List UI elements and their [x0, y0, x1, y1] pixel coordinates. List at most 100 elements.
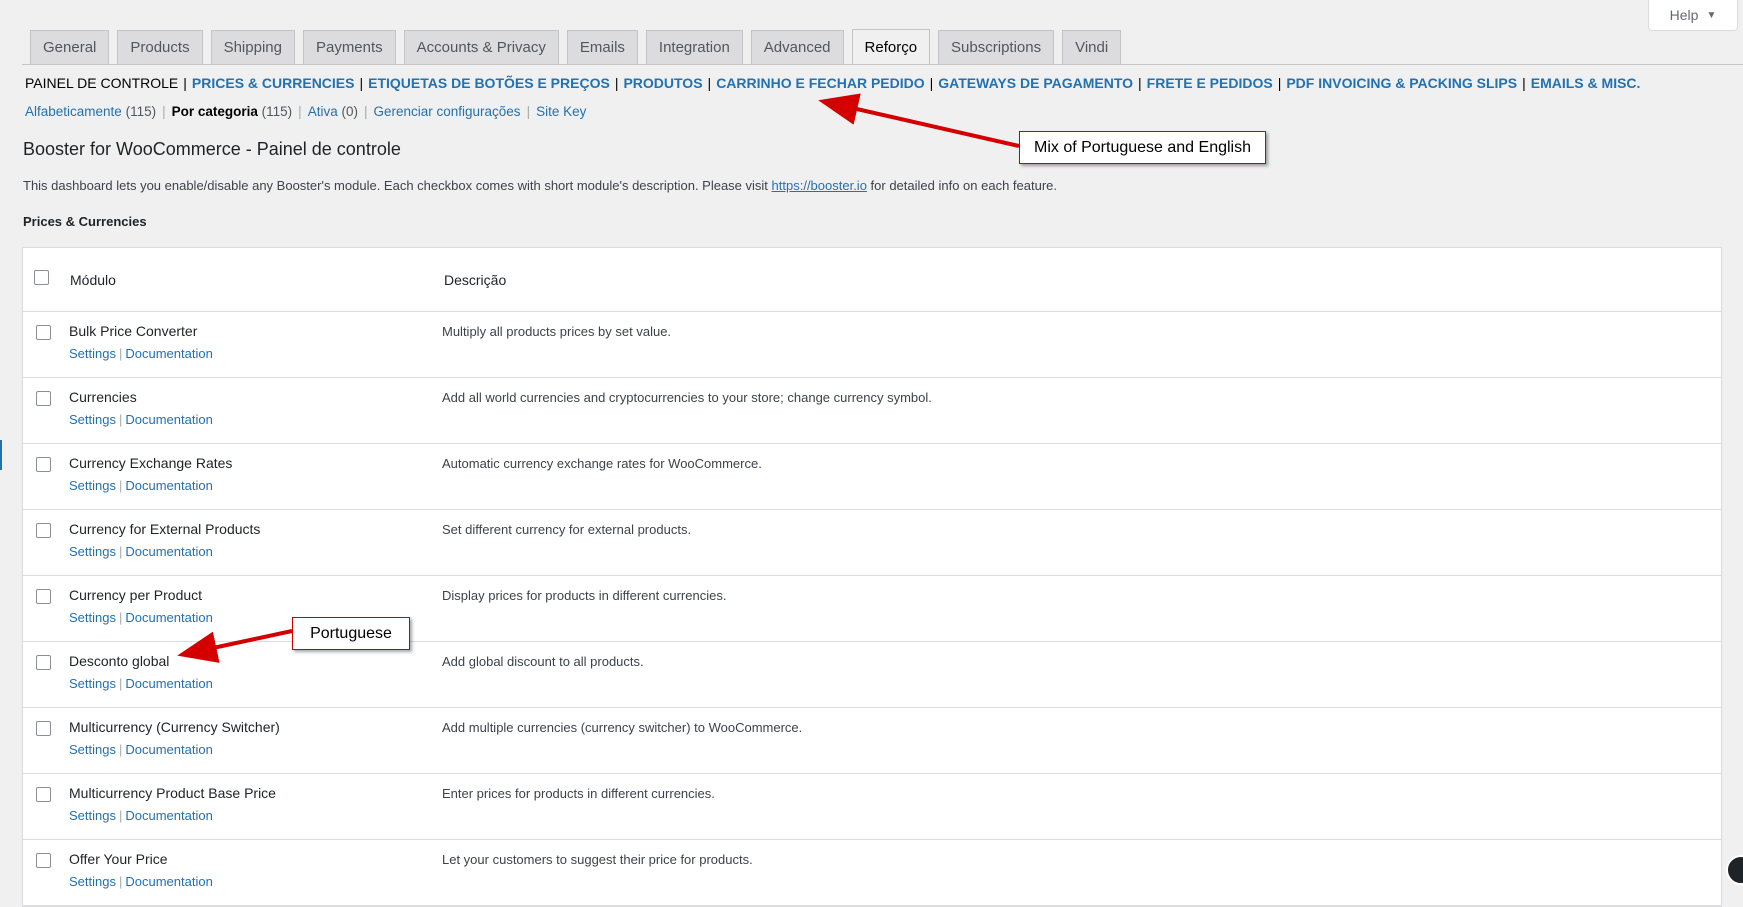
module-actions: Settings | Documentation: [69, 676, 213, 691]
module-description: Automatic currency exchange rates for Wo…: [442, 456, 762, 471]
column-module: Módulo: [70, 272, 116, 288]
category-link-etiquetas[interactable]: ETIQUETAS DE BOTÕES E PREÇOS: [368, 75, 610, 91]
tab-products[interactable]: Products: [117, 30, 203, 64]
module-checkbox[interactable]: [36, 787, 51, 802]
page-description: This dashboard lets you enable/disable a…: [23, 178, 1058, 193]
module-actions: Settings | Documentation: [69, 874, 213, 889]
settings-link[interactable]: Settings: [69, 610, 116, 625]
module-checkbox[interactable]: [36, 523, 51, 538]
settings-link[interactable]: Settings: [69, 412, 116, 427]
filter-alphabetical[interactable]: Alfabeticamente: [25, 104, 122, 119]
module-name: Currency per Product: [69, 587, 203, 603]
module-name: Currency for External Products: [69, 521, 261, 537]
table-row: Currency Exchange Rates Settings | Documen…: [23, 444, 1721, 510]
annotation-callout-mix: Mix of Portuguese and English: [1019, 131, 1266, 164]
table-row: Currency for External Products Settings |…: [23, 510, 1721, 576]
module-actions: Settings | Documentation: [69, 412, 213, 427]
tab-vindi[interactable]: Vindi: [1062, 30, 1122, 64]
module-description: Set different currency for external prod…: [442, 522, 692, 537]
category-link-emails-misc[interactable]: EMAILS & MISC.: [1531, 75, 1641, 91]
help-button[interactable]: Help ▼: [1648, 0, 1738, 31]
module-checkbox[interactable]: [36, 325, 51, 340]
modules-table: Módulo Descrição Bulk Price Converter Se…: [22, 247, 1722, 907]
module-description: Enter prices for products in different c…: [442, 786, 715, 801]
settings-link[interactable]: Settings: [69, 874, 116, 889]
settings-link[interactable]: Settings: [69, 676, 116, 691]
module-actions: Settings | Documentation: [69, 346, 213, 361]
documentation-link[interactable]: Documentation: [125, 478, 212, 493]
site-key-link[interactable]: Site Key: [536, 104, 586, 119]
tab-payments[interactable]: Payments: [302, 30, 396, 64]
category-link-frete[interactable]: FRETE E PEDIDOS: [1147, 75, 1273, 91]
tabs-divider: [22, 64, 1743, 65]
category-nav: PAINEL DE CONTROLE | PRICES & CURRENCIES | E…: [25, 75, 1641, 91]
tab-shipping[interactable]: Shipping: [210, 30, 295, 64]
manage-settings-link[interactable]: Gerenciar configurações: [373, 104, 520, 119]
module-actions: Settings | Documentation: [69, 478, 213, 493]
documentation-link[interactable]: Documentation: [125, 610, 212, 625]
tab-emails[interactable]: Emails: [566, 30, 638, 64]
annotation-callout-portuguese: Portuguese: [292, 617, 410, 650]
filter-alphabetical-count: (115): [125, 104, 157, 119]
module-description: Let your customers to suggest their pric…: [442, 852, 753, 867]
category-current: PAINEL DE CONTROLE: [25, 75, 179, 91]
documentation-link[interactable]: Documentation: [125, 808, 212, 823]
documentation-link[interactable]: Documentation: [125, 676, 212, 691]
category-link-carrinho[interactable]: CARRINHO E FECHAR PEDIDO: [716, 75, 924, 91]
category-link-prices-currencies[interactable]: PRICES & CURRENCIES: [192, 75, 355, 91]
booster-site-link[interactable]: https://booster.io: [772, 178, 867, 193]
module-description: Add all world currencies and cryptocurre…: [442, 390, 932, 405]
tab-general[interactable]: General: [30, 30, 110, 64]
table-row: Currency per Product Settings | Documentat…: [23, 576, 1721, 642]
settings-link[interactable]: Settings: [69, 808, 116, 823]
tab-integration[interactable]: Integration: [645, 30, 743, 64]
table-row: Multicurrency Product Base Price Setting…: [23, 774, 1721, 840]
settings-link[interactable]: Settings: [69, 742, 116, 757]
module-name: Desconto global: [69, 653, 170, 669]
category-link-pdf-invoicing[interactable]: PDF INVOICING & PACKING SLIPS: [1286, 75, 1517, 91]
module-actions: Settings | Documentation: [69, 742, 213, 757]
help-label: Help: [1669, 7, 1699, 23]
documentation-link[interactable]: Documentation: [125, 412, 212, 427]
tab-subscriptions[interactable]: Subscriptions: [938, 30, 1055, 64]
tab-accounts-privacy[interactable]: Accounts & Privacy: [403, 30, 559, 64]
module-checkbox[interactable]: [36, 589, 51, 604]
module-name: Currency Exchange Rates: [69, 455, 233, 471]
settings-link[interactable]: Settings: [69, 544, 116, 559]
select-all-checkbox[interactable]: [34, 270, 49, 285]
category-link-produtos[interactable]: PRODUTOS: [623, 75, 702, 91]
module-actions: Settings | Documentation: [69, 808, 213, 823]
module-description: Add global discount to all products.: [442, 654, 644, 669]
table-row: Bulk Price Converter Settings | Documentat…: [23, 312, 1721, 378]
filter-by-category[interactable]: Por categoria: [172, 104, 258, 119]
filter-by-category-count: (115): [261, 104, 293, 119]
module-name: Currencies: [69, 389, 137, 405]
module-checkbox[interactable]: [36, 721, 51, 736]
filter-active[interactable]: Ativa: [308, 104, 338, 119]
settings-link[interactable]: Settings: [69, 346, 116, 361]
module-checkbox[interactable]: [36, 457, 51, 472]
module-name: Bulk Price Converter: [69, 323, 198, 339]
module-name: Multicurrency Product Base Price: [69, 785, 276, 801]
settings-link[interactable]: Settings: [69, 478, 116, 493]
documentation-link[interactable]: Documentation: [125, 742, 212, 757]
tab-reforco[interactable]: Reforço: [851, 29, 931, 64]
module-name: Offer Your Price: [69, 851, 168, 867]
module-checkbox[interactable]: [36, 391, 51, 406]
table-row: Currencies Settings | Documentation Add al…: [23, 378, 1721, 444]
module-checkbox[interactable]: [36, 655, 51, 670]
module-description: Display prices for products in different…: [442, 588, 727, 603]
table-row: Multicurrency (Currency Switcher) Settin…: [23, 708, 1721, 774]
filter-active-count: (0): [341, 104, 358, 119]
module-checkbox[interactable]: [36, 853, 51, 868]
floating-chat-icon[interactable]: [1726, 855, 1743, 885]
module-actions: Settings | Documentation: [69, 610, 213, 625]
documentation-link[interactable]: Documentation: [125, 346, 212, 361]
table-row: Offer Your Price Settings | Documentation …: [23, 840, 1721, 906]
annotation-arrow-mix: [818, 93, 1020, 148]
documentation-link[interactable]: Documentation: [125, 874, 212, 889]
tab-advanced[interactable]: Advanced: [750, 30, 844, 64]
category-link-gateways[interactable]: GATEWAYS DE PAGAMENTO: [938, 75, 1133, 91]
documentation-link[interactable]: Documentation: [125, 544, 212, 559]
module-description: Add multiple currencies (currency switch…: [442, 720, 803, 735]
